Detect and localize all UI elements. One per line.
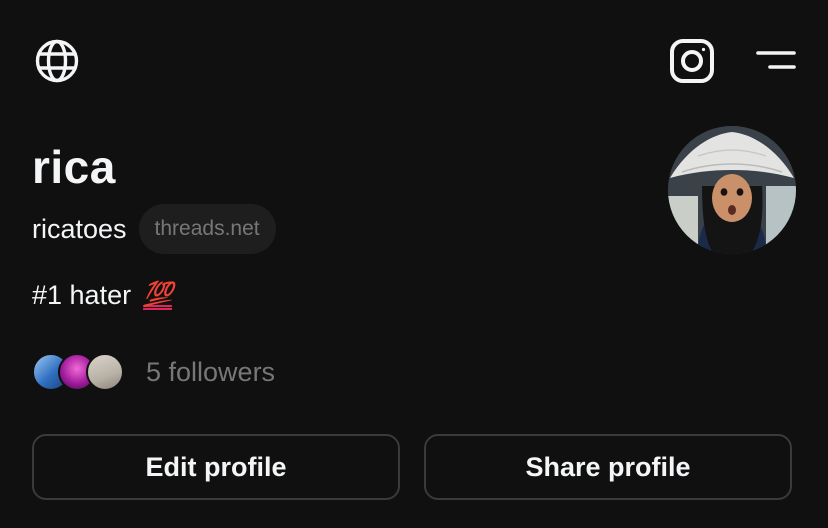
profile-bio: #1 hater 💯	[32, 274, 173, 316]
globe-icon[interactable]	[32, 36, 82, 86]
edit-profile-button[interactable]: Edit profile	[32, 434, 400, 500]
hundred-points-icon: 💯	[143, 281, 173, 308]
threads-domain-chip[interactable]: threads.net	[138, 204, 276, 254]
follower-avatars	[32, 353, 128, 391]
profile-avatar[interactable]	[668, 126, 796, 254]
share-profile-button[interactable]: Share profile	[424, 434, 792, 500]
bio-text: #1 hater	[32, 280, 132, 310]
instagram-icon[interactable]	[666, 36, 718, 86]
menu-icon[interactable]	[752, 40, 800, 80]
followers-row[interactable]: 5 followers	[32, 352, 275, 392]
username-row: ricatoes threads.net	[32, 204, 276, 254]
profile-username: ricatoes	[32, 214, 127, 244]
profile-display-name: rica	[32, 141, 116, 193]
profile-page: rica ricatoes threads.net #1 hater 💯 5 f…	[0, 0, 828, 528]
follower-avatar	[86, 353, 124, 391]
followers-count[interactable]: 5 followers	[146, 357, 275, 388]
